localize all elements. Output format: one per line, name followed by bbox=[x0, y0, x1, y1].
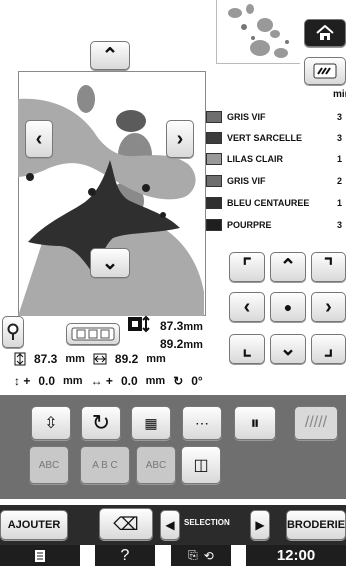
measure-row: 87.3 mm 89.2 mm bbox=[14, 352, 166, 366]
thread-row-1: GRIS VIF 3 bbox=[206, 107, 346, 126]
horizontal-offset: 0.0 bbox=[120, 374, 138, 388]
scroll-up-button[interactable]: ⌃ bbox=[90, 41, 130, 70]
add-button[interactable]: AJOUTER bbox=[0, 510, 68, 540]
arc-text-button[interactable]: A B C bbox=[80, 446, 130, 484]
hoop-size-button[interactable] bbox=[66, 323, 120, 345]
move-right-button[interactable]: › bbox=[311, 292, 346, 322]
grid-button[interactable]: ⋯ bbox=[182, 406, 222, 440]
thread-status-icon: ⎘ bbox=[188, 548, 198, 562]
move-up-right-button[interactable]: ⌝ bbox=[311, 252, 346, 282]
document-icon bbox=[35, 549, 45, 562]
thread-row-3: LILAS CLAIR 1 bbox=[206, 149, 346, 168]
magnifier-icon bbox=[7, 323, 19, 340]
scroll-right-button[interactable]: › bbox=[166, 120, 194, 158]
sync-icon: ⟲ bbox=[203, 548, 214, 563]
move-down-left-button[interactable]: ⌞ bbox=[229, 334, 265, 364]
zoom-button[interactable] bbox=[2, 316, 24, 348]
next-selection-button[interactable]: ▶ bbox=[250, 510, 270, 540]
center-button[interactable]: ● bbox=[270, 292, 306, 322]
erase-button[interactable]: ⌫ bbox=[99, 508, 153, 540]
rotation-value: 0° bbox=[191, 374, 203, 388]
scroll-down-button[interactable]: ⌄ bbox=[90, 248, 130, 278]
thread-row-6: POURPRE 3 bbox=[206, 215, 346, 234]
document-tab[interactable] bbox=[0, 545, 80, 566]
size-width: 89.2 bbox=[160, 337, 184, 351]
spacing-button[interactable]: ABC bbox=[136, 446, 176, 484]
vertical-offset-icon: ↕ + bbox=[14, 374, 31, 388]
size-height-unit: mm bbox=[183, 321, 203, 333]
size-readout: 87.3mm 89.2mm bbox=[160, 317, 203, 353]
symmetry-button[interactable]: ⏸ bbox=[234, 406, 276, 440]
embroidery-button[interactable]: BRODERIE bbox=[286, 510, 346, 540]
rotate-button[interactable]: ↻ bbox=[81, 406, 121, 440]
rotation-icon: ↻ bbox=[173, 374, 184, 388]
stitch-thread-button[interactable] bbox=[304, 57, 346, 85]
prev-selection-button[interactable]: ◀ bbox=[160, 510, 180, 540]
help-tab[interactable]: ? bbox=[95, 545, 155, 566]
offset-row: ↕ + 0.0 mm ↔ + 0.0 mm ↻ 0° bbox=[14, 374, 203, 388]
move-up-button[interactable]: ⌃ bbox=[270, 252, 306, 282]
move-left-button[interactable]: ‹ bbox=[229, 292, 265, 322]
height-icon bbox=[14, 352, 26, 366]
width-icon bbox=[93, 353, 107, 365]
multi-letter-button[interactable]: ABC bbox=[29, 446, 69, 484]
thread-list-header: min bbox=[333, 89, 346, 100]
status-icons-tab: ⎘ ⟲ bbox=[171, 545, 231, 566]
density-button[interactable]: ///// bbox=[294, 406, 338, 440]
top-gray-bar bbox=[0, 0, 218, 28]
measure-height: 87.3 bbox=[34, 352, 58, 366]
move-down-right-button[interactable]: ⌟ bbox=[311, 334, 346, 364]
scroll-left-button[interactable]: ‹ bbox=[25, 120, 53, 158]
move-up-left-button[interactable]: ⌜ bbox=[229, 252, 265, 282]
embroidery-design-preview bbox=[18, 85, 204, 316]
size-width-unit: mm bbox=[183, 339, 203, 351]
thread-row-5: BLEU CENTAUREE 1 bbox=[206, 193, 346, 212]
vertical-offset: 0.0 bbox=[38, 374, 56, 388]
hoop-icon bbox=[71, 327, 115, 341]
horizontal-offset-icon: ↔ + bbox=[90, 374, 113, 388]
stitch-icon bbox=[313, 63, 337, 79]
mirror-button[interactable]: ▦ bbox=[131, 406, 171, 440]
preview-thumbnail bbox=[216, 0, 300, 64]
border-button[interactable]: ◫ bbox=[181, 446, 221, 484]
measure-width: 89.2 bbox=[114, 352, 139, 366]
thread-row-4: GRIS VIF 2 bbox=[206, 171, 346, 190]
clock: 12:00 bbox=[246, 545, 346, 566]
pattern-size-icon bbox=[128, 315, 150, 333]
thread-row-2: VERT SARCELLE 3 bbox=[206, 128, 346, 147]
size-height: 87.3 bbox=[160, 319, 184, 333]
resize-button[interactable]: ⇳ bbox=[31, 406, 71, 440]
home-button[interactable] bbox=[304, 19, 346, 47]
selection-label: SELECTION bbox=[184, 518, 230, 527]
move-down-button[interactable]: ⌄ bbox=[270, 334, 306, 364]
home-icon bbox=[316, 25, 334, 40]
